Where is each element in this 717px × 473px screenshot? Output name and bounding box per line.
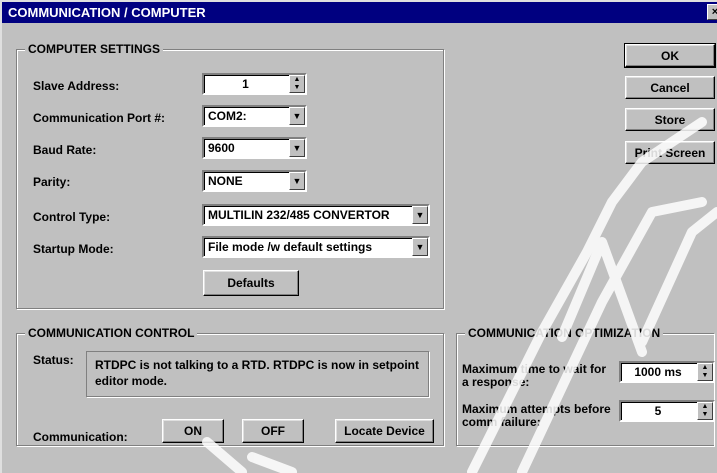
computer-settings-title: COMPUTER SETTINGS [25, 42, 164, 56]
max-wait-spin-buttons[interactable]: ▲ ▼ [697, 363, 713, 381]
status-message-box: RTDPC is not talking to a RTD. RTDPC is … [86, 351, 429, 397]
baud-rate-value: 9600 [208, 141, 235, 155]
title-bar: COMMUNICATION / COMPUTER × [2, 2, 717, 24]
print-screen-button[interactable]: Print Screen [625, 141, 715, 164]
spin-down-icon[interactable]: ▼ [698, 372, 712, 380]
communication-optimization-title: COMMUNICATION OPTIMIZATION [465, 326, 664, 340]
slave-address-spin-buttons[interactable]: ▲ ▼ [289, 75, 305, 93]
comm-port-label: Communication Port #: [33, 111, 166, 125]
chevron-down-icon[interactable]: ▼ [289, 172, 305, 190]
chevron-down-icon[interactable]: ▼ [412, 206, 428, 224]
spin-down-icon[interactable]: ▼ [290, 84, 304, 92]
max-wait-value: 1000 ms [634, 365, 682, 379]
chevron-down-icon[interactable]: ▼ [412, 238, 428, 256]
control-type-select[interactable]: MULTILIN 232/485 CONVERTOR ▼ [202, 204, 430, 226]
startup-mode-label: Startup Mode: [33, 242, 114, 256]
communication-control-title: COMMUNICATION CONTROL [25, 326, 198, 340]
baud-rate-label: Baud Rate: [33, 143, 97, 157]
control-type-value: MULTILIN 232/485 CONVERTOR [208, 208, 390, 222]
comm-off-button[interactable]: OFF [242, 419, 304, 443]
max-attempts-value: 5 [654, 404, 662, 418]
max-attempts-spin-buttons[interactable]: ▲ ▼ [697, 402, 713, 420]
communication-optimization-group: COMMUNICATION OPTIMIZATION [456, 326, 714, 446]
max-wait-label: Maximum time to wait for a response: [462, 362, 607, 389]
slave-address-label: Slave Address: [33, 79, 120, 93]
communication-computer-window: COMMUNICATION / COMPUTER × COMPUTER SETT… [0, 0, 717, 473]
parity-label: Parity: [33, 175, 71, 189]
spin-up-icon[interactable]: ▲ [698, 364, 712, 372]
window-title: COMMUNICATION / COMPUTER [8, 5, 206, 20]
slave-address-spinner[interactable]: 1 ▲ ▼ [202, 73, 307, 95]
max-attempts-spinner[interactable]: 5 ▲ ▼ [619, 400, 715, 422]
comm-port-value: COM2: [208, 109, 247, 123]
control-type-label: Control Type: [33, 210, 111, 224]
max-wait-spinner[interactable]: 1000 ms ▲ ▼ [619, 361, 715, 383]
cancel-button[interactable]: Cancel [625, 76, 715, 99]
parity-select[interactable]: NONE ▼ [202, 170, 307, 192]
spin-up-icon[interactable]: ▲ [698, 403, 712, 411]
communication-label: Communication: [33, 430, 128, 444]
status-label: Status: [33, 353, 74, 367]
chevron-down-icon[interactable]: ▼ [289, 139, 305, 157]
ok-button[interactable]: OK [624, 43, 716, 68]
locate-device-button[interactable]: Locate Device [335, 419, 434, 443]
store-button[interactable]: Store [625, 108, 715, 131]
spin-down-icon[interactable]: ▼ [698, 411, 712, 419]
chevron-down-icon[interactable]: ▼ [289, 107, 305, 125]
max-attempts-label: Maximum attempts before comm failure: [462, 402, 611, 429]
baud-rate-select[interactable]: 9600 ▼ [202, 137, 307, 159]
startup-mode-value: File mode /w default settings [208, 240, 373, 254]
defaults-button[interactable]: Defaults [203, 270, 299, 296]
comm-on-button[interactable]: ON [162, 419, 224, 443]
status-message-text: RTDPC is not talking to a RTD. RTDPC is … [95, 358, 419, 388]
slave-address-value: 1 [242, 77, 249, 91]
startup-mode-select[interactable]: File mode /w default settings ▼ [202, 236, 430, 258]
comm-port-select[interactable]: COM2: ▼ [202, 105, 307, 127]
spin-up-icon[interactable]: ▲ [290, 76, 304, 84]
parity-value: NONE [208, 174, 243, 188]
close-icon[interactable]: × [707, 4, 717, 20]
